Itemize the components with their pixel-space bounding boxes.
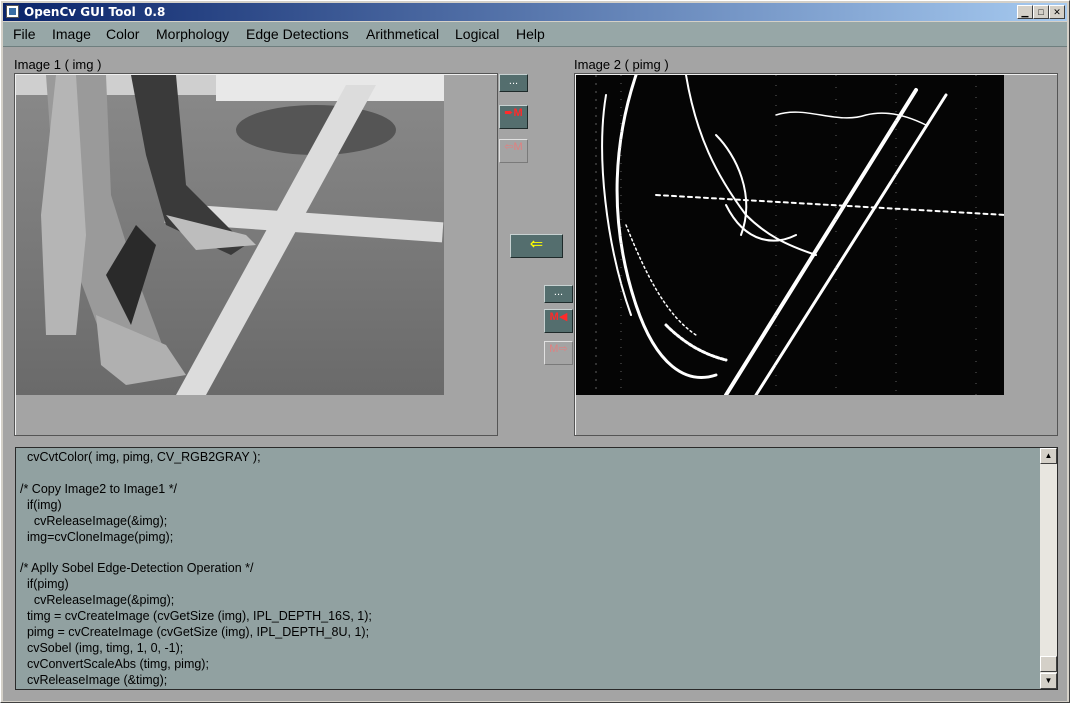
arrow-right-outline-icon: ⇨ xyxy=(558,343,568,355)
menu-logical[interactable]: Logical xyxy=(455,26,499,42)
image2-label: Image 2 ( pimg ) xyxy=(574,57,669,72)
yellow-left-arrow-icon: ⇐ xyxy=(529,236,544,253)
copy-to-image1-button[interactable]: ⇐ xyxy=(510,234,563,258)
save-image2-label: M xyxy=(549,311,559,323)
menu-color[interactable]: Color xyxy=(106,26,139,42)
minimize-icon[interactable]: ▁ xyxy=(1017,5,1033,19)
arrow-right-icon: ➨ xyxy=(504,107,514,119)
code-line: if(pimg) xyxy=(20,577,69,592)
menu-edge-detections[interactable]: Edge Detections xyxy=(246,26,349,42)
code-line: cvReleaseImage(&img); xyxy=(20,513,168,528)
title-bar[interactable]: OpenCv GUI Tool 0.8 ▁ □ ✕ xyxy=(3,3,1067,21)
save-image1-label: M xyxy=(513,107,523,119)
window-title: OpenCv GUI Tool 0.8 xyxy=(24,5,166,19)
image2-canvas[interactable] xyxy=(576,75,1004,395)
menu-file[interactable]: File xyxy=(13,26,36,42)
arrow-left-icon: ⇦ xyxy=(504,141,514,153)
code-text[interactable]: cvCvtColor( img, pimg, CV_RGB2GRAY ); /*… xyxy=(20,450,372,689)
browse-image2-button[interactable]: ... xyxy=(544,285,573,303)
code-line: cvReleaseImage (&timg); xyxy=(20,672,168,687)
image1-canvas[interactable] xyxy=(16,75,444,395)
menu-morphology[interactable]: Morphology xyxy=(156,26,229,42)
image2-frame xyxy=(574,73,1058,436)
code-line: cvCvtColor( img, pimg, CV_RGB2GRAY ); xyxy=(20,450,261,464)
menu-bar: File Image Color Morphology Edge Detecti… xyxy=(3,22,1067,47)
close-icon[interactable]: ✕ xyxy=(1049,5,1065,19)
menu-help[interactable]: Help xyxy=(516,26,545,42)
browse-image1-button[interactable]: ... xyxy=(499,74,528,92)
code-line: cvSobel (img, timg, 1, 0, -1); xyxy=(20,640,184,655)
scroll-up-icon[interactable]: ▲ xyxy=(1040,448,1057,464)
image1-label: Image 1 ( img ) xyxy=(14,57,102,72)
save-image2-button[interactable]: M◀ xyxy=(544,309,573,333)
app-window: OpenCv GUI Tool 0.8 ▁ □ ✕ File Image Col… xyxy=(0,0,1070,703)
code-line: if(img) xyxy=(20,497,62,512)
maximize-icon[interactable]: □ xyxy=(1033,5,1049,19)
code-line: img=cvCloneImage(pimg); xyxy=(20,529,174,544)
main-panel: Image 1 ( img ) ... ➨M ⇦M ⇐ ... M◀ M⇨ Im… xyxy=(3,47,1067,701)
app-icon xyxy=(6,5,19,18)
scroll-down-icon[interactable]: ▼ xyxy=(1040,673,1057,689)
code-line: cvConvertScaleAbs (timg, pimg); xyxy=(20,656,209,671)
image1-frame xyxy=(14,73,498,436)
load-image1-label: M xyxy=(513,141,523,153)
load-image1-button[interactable]: ⇦M xyxy=(499,139,528,163)
code-line: timg = cvCreateImage (cvGetSize (img), I… xyxy=(20,609,372,624)
menu-image[interactable]: Image xyxy=(52,26,91,42)
load-image2-button[interactable]: M⇨ xyxy=(544,341,573,365)
code-line: /* Copy Image2 to Image1 */ xyxy=(20,481,178,496)
code-editor[interactable]: cvCvtColor( img, pimg, CV_RGB2GRAY ); /*… xyxy=(15,447,1058,690)
code-line: cvReleaseImage(&pimg); xyxy=(20,593,175,608)
vertical-scrollbar[interactable]: ▲ ▼ xyxy=(1040,448,1057,689)
scroll-thumb[interactable] xyxy=(1040,656,1057,672)
arrow-left-red-icon: ◀ xyxy=(558,311,568,323)
save-image1-button[interactable]: ➨M xyxy=(499,105,528,129)
menu-arithmetical[interactable]: Arithmetical xyxy=(366,26,439,42)
code-line: /* Aplly Sobel Edge-Detection Operation … xyxy=(20,561,254,576)
code-line: pimg = cvCreateImage (cvGetSize (img), I… xyxy=(20,624,370,639)
